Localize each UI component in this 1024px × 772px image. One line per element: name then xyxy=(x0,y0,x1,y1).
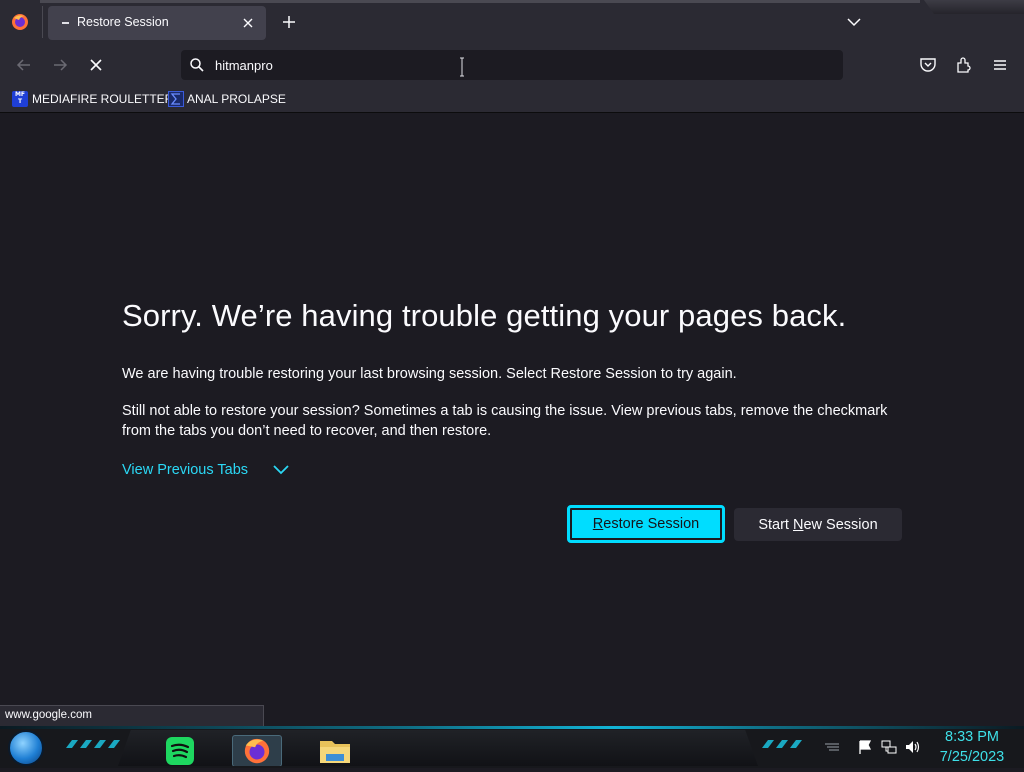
system-clock[interactable]: 8:33 PM 7/25/2023 xyxy=(930,727,1014,767)
mediafire-icon: MF T xyxy=(12,91,28,107)
url-text[interactable]: hitmanpro xyxy=(215,58,273,73)
taskbar-decoration xyxy=(762,740,802,748)
bookmark-label: ANAL PROLAPSE xyxy=(187,92,286,106)
description-text: We are having trouble restoring your las… xyxy=(122,366,737,382)
forward-arrow-icon[interactable] xyxy=(50,55,70,75)
clock-time: 8:33 PM xyxy=(945,729,999,745)
help-text: Still not able to restore your session? … xyxy=(122,403,888,439)
taskbar-decoration xyxy=(66,740,120,748)
stop-loading-icon[interactable] xyxy=(86,55,106,75)
bookmark-label: MEDIAFIRE ROULETTER xyxy=(32,92,174,106)
start-button[interactable] xyxy=(8,730,44,766)
chevron-down-icon[interactable] xyxy=(844,12,864,32)
start-new-session-button[interactable]: Start New Session xyxy=(734,508,902,541)
navigation-toolbar: hitmanpro xyxy=(0,44,1024,86)
tab-separator xyxy=(42,6,43,38)
taskbar-apps-panel xyxy=(118,730,758,766)
taskbar-glow xyxy=(0,726,1024,729)
sigma-icon xyxy=(168,91,184,107)
tab-strip: Restore Session xyxy=(0,0,1024,44)
status-url-tooltip: www.google.com xyxy=(0,705,264,727)
dash-icon xyxy=(62,22,69,24)
pocket-icon[interactable] xyxy=(918,55,938,75)
firefox-icon[interactable] xyxy=(232,735,282,766)
bookmark-sigma[interactable]: ANAL PROLAPSE xyxy=(168,89,286,109)
url-bar[interactable]: hitmanpro xyxy=(181,50,843,80)
spotify-icon[interactable] xyxy=(156,735,206,766)
file-explorer-icon[interactable] xyxy=(310,735,360,766)
restore-session-button[interactable]: Restore Session xyxy=(567,505,725,543)
restore-button-label: Restore Session xyxy=(592,516,700,532)
page-title: Sorry. We’re having trouble getting your… xyxy=(122,298,847,333)
new-session-button-label: Start New Session xyxy=(758,516,878,533)
flag-icon[interactable] xyxy=(857,739,873,755)
tabstrip-border xyxy=(40,0,920,3)
extensions-icon[interactable] xyxy=(954,55,974,75)
view-previous-tabs-label: View Previous Tabs xyxy=(122,462,249,478)
back-arrow-icon[interactable] xyxy=(14,55,34,75)
bookmark-mediafire[interactable]: MF T MEDIAFIRE ROULETTER xyxy=(12,89,173,109)
firefox-icon[interactable] xyxy=(10,12,30,32)
view-previous-tabs-toggle[interactable]: View Previous Tabs xyxy=(122,462,290,478)
clock-date: 7/25/2023 xyxy=(939,749,1005,765)
bookmarks-toolbar: MF T MEDIAFIRE ROULETTER ANAL PROLAPSE xyxy=(0,86,1024,113)
new-tab-button[interactable] xyxy=(279,12,299,32)
volume-icon[interactable] xyxy=(905,739,921,755)
search-icon xyxy=(190,58,204,72)
chevron-down-icon xyxy=(273,465,289,475)
close-icon[interactable] xyxy=(238,13,258,33)
text-cursor-icon xyxy=(460,57,464,77)
titlebar-decoration xyxy=(924,0,1024,14)
show-desktop-icon[interactable] xyxy=(824,739,840,755)
tab-title: Restore Session xyxy=(77,15,169,29)
network-icon[interactable] xyxy=(881,739,897,755)
tab-restore-session[interactable]: Restore Session xyxy=(48,6,266,40)
page-content: Sorry. We’re having trouble getting your… xyxy=(0,114,1024,720)
hamburger-menu-icon[interactable] xyxy=(990,55,1010,75)
taskbar: 8:33 PM 7/25/2023 xyxy=(0,726,1024,768)
